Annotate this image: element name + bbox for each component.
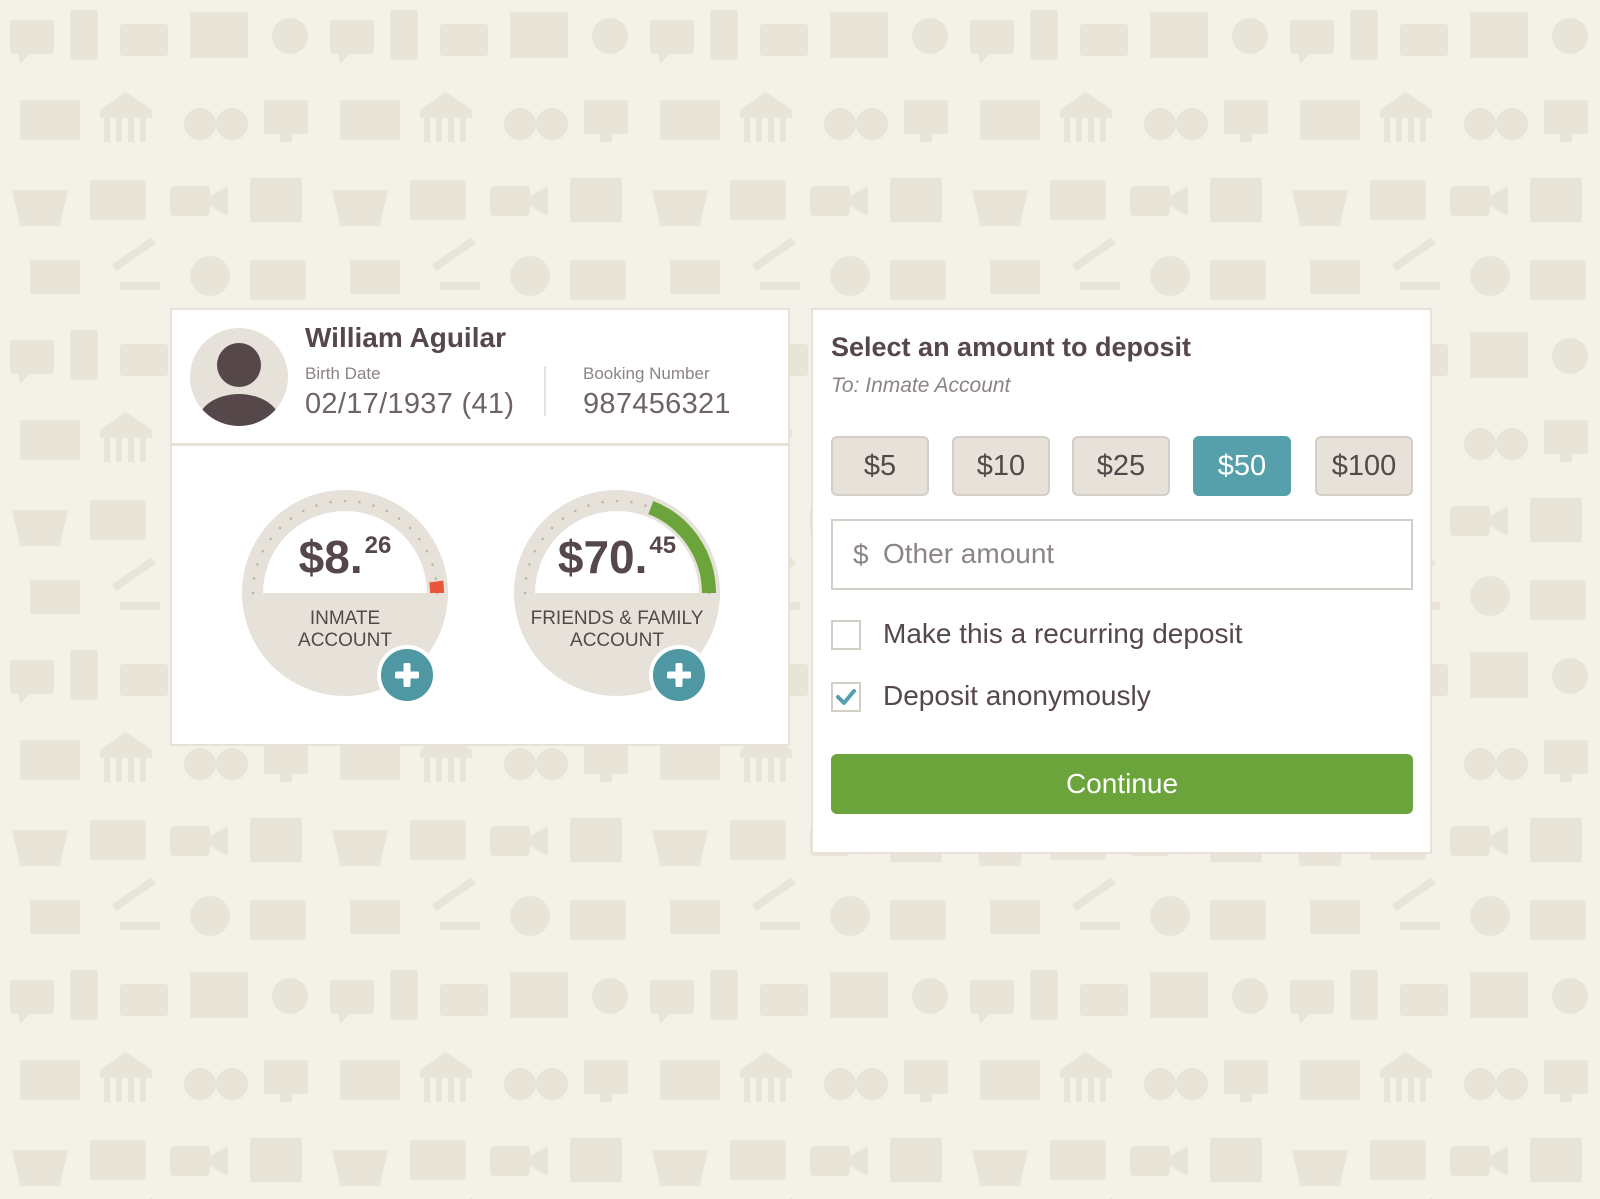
gauge-tick [315,504,318,507]
gauge-tick [343,499,347,503]
gauge-tick [408,526,412,530]
anonymous-deposit-checkbox[interactable] [831,682,861,712]
plus-icon [395,663,419,687]
gauge-tick [289,517,293,520]
plus-icon [667,663,691,687]
family-balance-cents: 45 [649,532,677,559]
birth-date-label: Birth Date [305,364,381,383]
header-divider [544,366,546,416]
birth-date-value: 02/17/1937 (41) [305,388,515,420]
currency-symbol: $ [853,539,869,570]
family-balance: $70.45 [512,530,722,584]
recurring-deposit-label: Make this a recurring deposit [883,618,1243,649]
amount-button-10[interactable]: $10 [952,436,1050,496]
inmate-balance-cents: 26 [364,532,392,559]
gauge-tick [561,517,565,520]
gauge-tick [601,500,604,504]
family-account-gauge: $70.45 FRIENDS & FAMILY ACCOUNT [512,488,722,705]
avatar [190,328,288,426]
inmate-name: William Aguilar [305,322,506,353]
gauge-tick [372,504,375,507]
inmate-account-label-line1: INMATE [309,608,381,629]
deposit-card: Select an amount to deposit To: Inmate A… [811,308,1432,854]
anonymous-deposit-label: Deposit anonymously [883,680,1151,711]
gauge-tick [550,526,554,530]
gauge-tick [278,526,282,530]
continue-button[interactable]: Continue [831,754,1413,814]
person-icon [197,343,281,426]
gauge-tick [630,500,633,504]
inmate-card: William Aguilar Birth Date 02/17/1937 (4… [170,308,790,746]
inmate-balance: $8.26 [240,530,450,584]
amount-button-100[interactable]: $100 [1315,436,1413,496]
amount-button-50[interactable]: $50 [1193,436,1291,496]
gauge-tick [573,509,577,513]
deposit-subtitle: To: Inmate Account [831,374,1011,397]
anonymous-deposit-option[interactable]: Deposit anonymously [831,680,1331,716]
recurring-deposit-option[interactable]: Make this a recurring deposit [831,618,1331,654]
gauge-tick [523,591,527,595]
booking-number-value: 987456321 [583,388,731,420]
gauge-tick [251,591,255,595]
gauge-tick [644,504,647,507]
gauge-tick [301,509,305,513]
inmate-balance-dollars: $8. [298,531,363,583]
add-funds-family-button[interactable] [649,645,709,705]
add-funds-inmate-button[interactable] [377,645,437,705]
inmate-header: William Aguilar Birth Date 02/17/1937 (4… [172,310,788,446]
other-amount-input[interactable] [883,531,1383,577]
gauge-tick [615,499,619,503]
amount-button-25[interactable]: $25 [1072,436,1170,496]
family-account-label-line1: FRIENDS & FAMILY [530,608,704,629]
booking-number-label: Booking Number [583,364,710,383]
gauge-tick [587,504,590,507]
gauge-tick [385,509,389,513]
deposit-title: Select an amount to deposit [831,332,1192,362]
amount-button-5[interactable]: $5 [831,436,929,496]
recurring-deposit-checkbox[interactable] [831,620,861,650]
gauge-tick [397,517,401,520]
gauge-tick [358,500,361,504]
inmate-account-gauge: $8.26 INMATE ACCOUNT [240,488,450,705]
checkmark-icon [836,689,856,705]
family-balance-dollars: $70. [557,531,648,583]
inmate-account-label: INMATE ACCOUNT [240,608,450,652]
family-account-label: FRIENDS & FAMILY ACCOUNT [512,608,722,652]
amount-button-group: $5 $10 $25 $50 $100 [831,436,1413,496]
gauge-tick [329,500,332,504]
other-amount-field[interactable]: $ [831,519,1413,590]
